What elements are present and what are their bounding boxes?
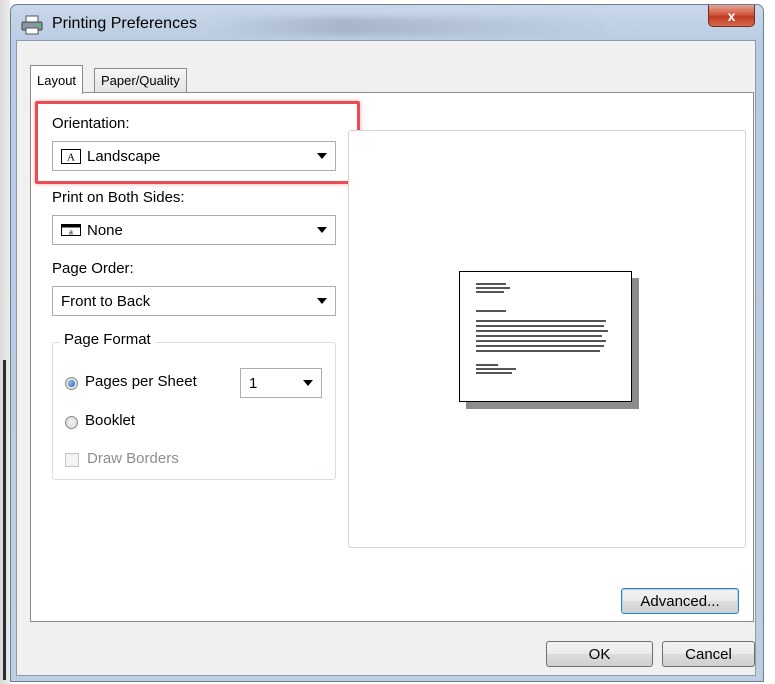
page-format-title: Page Format bbox=[60, 331, 155, 348]
page-order-select[interactable]: Front to Back bbox=[52, 286, 336, 316]
tab-paper-quality[interactable]: Paper/Quality bbox=[94, 68, 187, 92]
preview-text-line bbox=[476, 291, 504, 293]
advanced-button[interactable]: Advanced... bbox=[621, 588, 739, 614]
preview-text-line bbox=[476, 350, 600, 352]
pages-per-sheet-radio[interactable] bbox=[65, 377, 78, 390]
booklet-radio[interactable] bbox=[65, 416, 78, 429]
preview-text-line bbox=[476, 283, 506, 285]
tab-paper-quality-label: Paper/Quality bbox=[101, 73, 180, 88]
preview-text-line bbox=[476, 372, 512, 374]
pages-per-sheet-value: 1 bbox=[249, 374, 258, 392]
preview-text-line bbox=[476, 325, 604, 327]
printer-icon bbox=[21, 15, 43, 35]
duplex-page-icon: a bbox=[61, 224, 81, 236]
duplex-label: Print on Both Sides: bbox=[52, 189, 185, 206]
ok-button[interactable]: OK bbox=[546, 641, 653, 667]
preview-text-line bbox=[476, 287, 510, 289]
preview-text-line bbox=[476, 364, 498, 366]
tab-layout-label: Layout bbox=[37, 72, 77, 88]
pages-per-sheet-label[interactable]: Pages per Sheet bbox=[85, 373, 197, 390]
duplex-select[interactable]: a None bbox=[52, 215, 336, 245]
page-order-label: Page Order: bbox=[52, 260, 134, 277]
window-title: Printing Preferences bbox=[52, 15, 197, 32]
preview-text-line bbox=[476, 368, 516, 370]
close-button[interactable]: x bbox=[708, 5, 755, 27]
title-bar-blur bbox=[211, 17, 611, 35]
svg-text:a: a bbox=[69, 230, 73, 237]
preview-page bbox=[459, 271, 632, 402]
tab-layout[interactable]: Layout bbox=[30, 65, 84, 94]
preview-text-line bbox=[476, 335, 602, 337]
chevron-down-icon bbox=[303, 380, 313, 386]
duplex-value: None bbox=[87, 221, 123, 239]
preview-text-line bbox=[476, 310, 506, 312]
chevron-down-icon bbox=[317, 298, 327, 304]
page-order-value: Front to Back bbox=[61, 292, 151, 310]
preview-text-line bbox=[476, 345, 604, 347]
draw-borders-label: Draw Borders bbox=[87, 450, 179, 467]
pages-per-sheet-select[interactable]: 1 bbox=[240, 368, 322, 398]
preview-text-line bbox=[476, 340, 606, 342]
close-icon: x bbox=[727, 7, 736, 24]
draw-borders-checkbox[interactable] bbox=[65, 453, 79, 467]
booklet-label[interactable]: Booklet bbox=[85, 412, 135, 429]
cancel-button[interactable]: Cancel bbox=[662, 641, 755, 667]
preview-text-line bbox=[476, 330, 608, 332]
background-window-edge bbox=[0, 0, 10, 684]
annotation-highlight-box bbox=[35, 101, 360, 184]
preview-text-line bbox=[476, 320, 606, 322]
chevron-down-icon bbox=[317, 227, 327, 233]
title-bar[interactable]: Printing Preferences bbox=[11, 5, 763, 43]
